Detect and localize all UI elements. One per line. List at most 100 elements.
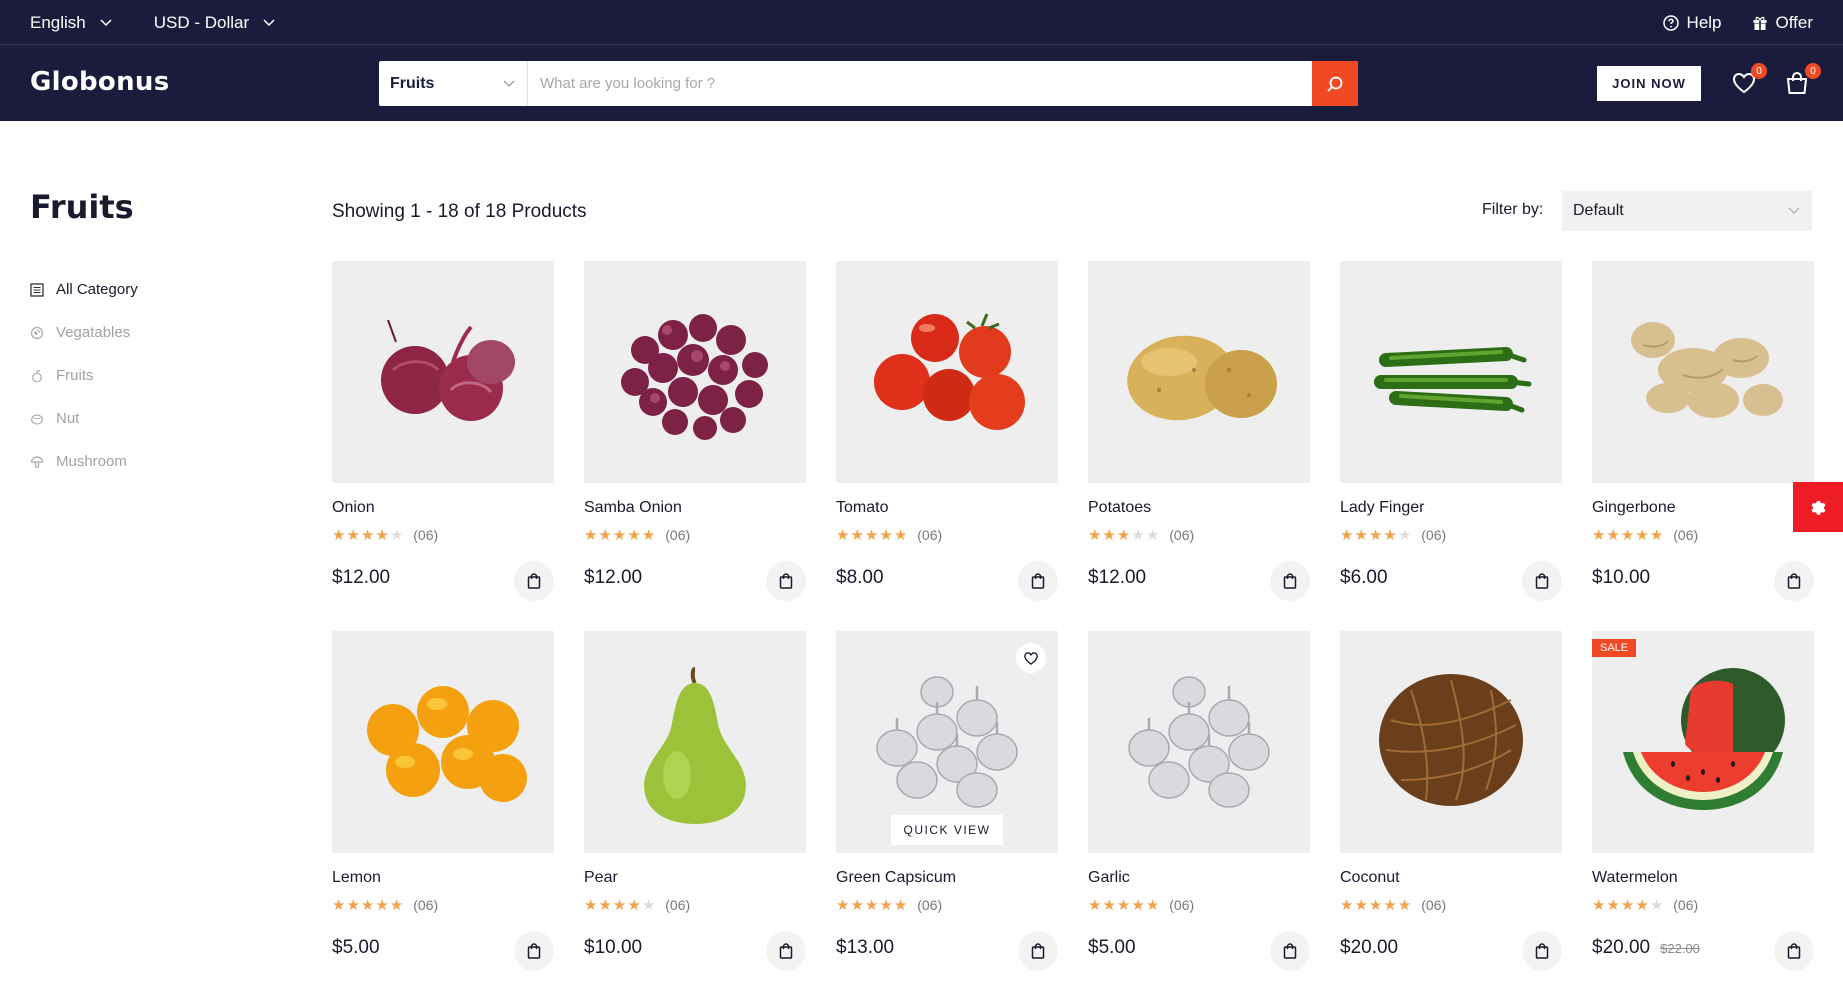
- product-card[interactable]: Coconut ★ ★ ★ ★ ★ (06) $20.00: [1340, 631, 1562, 986]
- add-to-cart-button[interactable]: [1774, 931, 1814, 971]
- product-card[interactable]: Onion ★ ★ ★ ★ ★ (06) $12.00: [332, 261, 554, 616]
- wishlist-button[interactable]: 0: [1731, 63, 1767, 99]
- add-to-cart-button[interactable]: [1270, 561, 1310, 601]
- logo[interactable]: Globonus: [30, 67, 169, 97]
- product-name[interactable]: Garlic: [1088, 869, 1130, 887]
- product-rating: ★ ★ ★ ★ ★ (06): [1340, 527, 1446, 543]
- review-count: (06): [1421, 897, 1447, 913]
- language-selector[interactable]: English: [30, 13, 112, 33]
- add-to-cart-button[interactable]: [1270, 931, 1310, 971]
- star-icon: ★: [1606, 896, 1620, 914]
- join-now-button[interactable]: JOIN NOW: [1597, 66, 1701, 101]
- add-to-cart-button[interactable]: [766, 931, 806, 971]
- add-to-cart-button[interactable]: [1522, 931, 1562, 971]
- product-name[interactable]: Tomato: [836, 499, 888, 517]
- product-card[interactable]: Tomato ★ ★ ★ ★ ★ (06) $8.00: [836, 261, 1058, 616]
- product-name[interactable]: Onion: [332, 499, 375, 517]
- star-icon: ★: [1620, 526, 1635, 544]
- product-image[interactable]: [1340, 631, 1562, 853]
- star-icon: ★: [1340, 896, 1354, 914]
- product-card[interactable]: QUICK VIEW Green Capsicum ★ ★ ★ ★ ★ (06) $13…: [836, 631, 1058, 986]
- product-name[interactable]: Watermelon: [1592, 869, 1678, 887]
- add-to-cart-button[interactable]: [1018, 561, 1058, 601]
- shopping-bag-icon: [1283, 573, 1297, 589]
- star-icon: ★: [893, 526, 908, 544]
- review-count: (06): [413, 527, 439, 543]
- product-price-row: $20.00 $22.00: [1592, 937, 1700, 959]
- star-icon: ★: [1102, 896, 1116, 914]
- shopping-bag-icon: [527, 943, 541, 959]
- product-card[interactable]: Lemon ★ ★ ★ ★ ★ (06) $5.00: [332, 631, 554, 986]
- product-name[interactable]: Lady Finger: [1340, 499, 1425, 517]
- shopping-bag-icon: [527, 573, 541, 589]
- add-to-cart-button[interactable]: [514, 561, 554, 601]
- quick-view-button[interactable]: QUICK VIEW: [891, 815, 1003, 845]
- shopping-bag-icon: [1031, 943, 1045, 959]
- product-price-row: $8.00: [836, 567, 884, 589]
- star-icon: ★: [1340, 526, 1354, 544]
- language-label: English: [30, 12, 86, 32]
- add-to-cart-button[interactable]: [766, 561, 806, 601]
- product-card[interactable]: Lady Finger ★ ★ ★ ★ ★ (06) $6.00: [1340, 261, 1562, 616]
- category-item-vegatables[interactable]: Vegatables: [30, 311, 138, 354]
- add-to-cart-button[interactable]: [514, 931, 554, 971]
- star-icon: ★: [1620, 896, 1635, 914]
- product-card[interactable]: Potatoes ★ ★ ★ ★ ★ (06) $12.00: [1088, 261, 1310, 616]
- filter-label: Filter by:: [1482, 201, 1544, 218]
- settings-button[interactable]: [1793, 482, 1843, 532]
- product-image[interactable]: QUICK VIEW: [836, 631, 1058, 853]
- product-image[interactable]: [1088, 261, 1310, 483]
- product-name[interactable]: Coconut: [1340, 869, 1400, 887]
- product-image[interactable]: [836, 261, 1058, 483]
- add-to-cart-button[interactable]: [1018, 931, 1058, 971]
- product-image[interactable]: [584, 631, 806, 853]
- shopping-bag-icon: [1031, 573, 1045, 589]
- product-image[interactable]: [1592, 261, 1814, 483]
- product-price-row: $10.00: [584, 937, 642, 959]
- product-price: $5.00: [1088, 937, 1136, 958]
- product-image[interactable]: [1340, 261, 1562, 483]
- product-image[interactable]: [332, 631, 554, 853]
- product-name[interactable]: Gingerbone: [1592, 499, 1676, 517]
- product-image[interactable]: [332, 261, 554, 483]
- product-card[interactable]: Pear ★ ★ ★ ★ ★ (06) $10.00: [584, 631, 806, 986]
- product-card[interactable]: Garlic ★ ★ ★ ★ ★ (06) $5.00: [1088, 631, 1310, 986]
- main-header: Globonus Fruits JOIN NOW 0 0: [0, 45, 1843, 121]
- product-name[interactable]: Potatoes: [1088, 499, 1151, 517]
- product-price-row: $5.00: [332, 937, 380, 959]
- star-icon: ★: [836, 896, 850, 914]
- search-category-select[interactable]: Fruits: [379, 61, 528, 106]
- chevron-down-icon: [263, 18, 275, 26]
- product-rating: ★ ★ ★ ★ ★ (06): [1592, 897, 1698, 913]
- category-item-fruits[interactable]: Fruits: [30, 354, 138, 397]
- product-name[interactable]: Pear: [584, 869, 618, 887]
- product-image[interactable]: [1088, 631, 1310, 853]
- filter-select[interactable]: Default: [1562, 191, 1812, 231]
- search-button[interactable]: [1312, 61, 1358, 106]
- star-icon: ★: [1368, 526, 1383, 544]
- potato-image: [1109, 300, 1289, 445]
- product-name[interactable]: Lemon: [332, 869, 381, 887]
- product-card[interactable]: SALE Watermelon ★ ★ ★ ★ ★ (06) $20.00 $22.00: [1592, 631, 1814, 986]
- product-name[interactable]: Green Capsicum: [836, 869, 956, 887]
- product-image[interactable]: [584, 261, 806, 483]
- search-input[interactable]: [528, 61, 1312, 106]
- product-name[interactable]: Samba Onion: [584, 499, 682, 517]
- category-item-mushroom[interactable]: Mushroom: [30, 440, 138, 483]
- category-item-all[interactable]: All Category: [30, 268, 138, 311]
- add-to-cart-button[interactable]: [1774, 561, 1814, 601]
- help-link[interactable]: Help: [1662, 13, 1722, 33]
- wishlist-count-badge: 0: [1751, 63, 1767, 79]
- product-image[interactable]: SALE: [1592, 631, 1814, 853]
- product-card[interactable]: Gingerbone ★ ★ ★ ★ ★ (06) $10.00: [1592, 261, 1814, 616]
- star-icon: ★: [375, 896, 389, 914]
- add-to-wishlist-button[interactable]: [1016, 643, 1046, 673]
- cart-button[interactable]: 0: [1785, 63, 1821, 99]
- add-to-cart-button[interactable]: [1522, 561, 1562, 601]
- currency-selector[interactable]: USD - Dollar: [154, 13, 275, 33]
- star-icon: ★: [612, 526, 627, 544]
- star-icon: ★: [584, 896, 598, 914]
- offer-link[interactable]: Offer: [1752, 13, 1813, 33]
- category-item-nut[interactable]: Nut: [30, 397, 138, 440]
- product-card[interactable]: Samba Onion ★ ★ ★ ★ ★ (06) $12.00: [584, 261, 806, 616]
